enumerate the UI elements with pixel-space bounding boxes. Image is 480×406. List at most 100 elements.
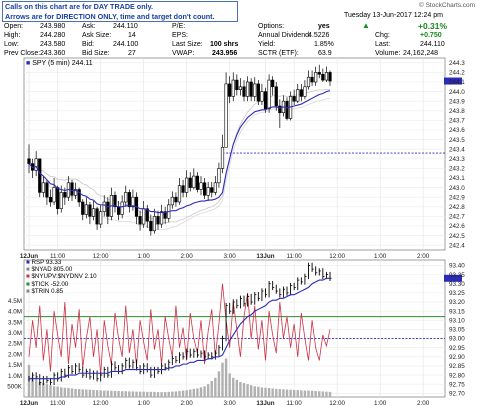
price-x-tick: 2:00 — [181, 253, 194, 260]
volume-bar — [314, 391, 317, 397]
volume-bar — [34, 379, 38, 397]
volume-bar — [235, 379, 239, 397]
volume-bar — [289, 389, 292, 397]
pe-label: P/E: — [172, 23, 186, 30]
volume-bar — [135, 391, 138, 397]
volume-bar — [88, 389, 92, 397]
price-axis: 242.4 242.5 242.6 242.7 242.8 242.9 243.0 243.1… — [449, 60, 465, 249]
eps-label: EPS: — [172, 32, 188, 39]
volume-bar — [303, 390, 307, 397]
ask-label: Ask: — [82, 23, 96, 30]
legend-rsp: ■ RSP 93.33 — [26, 259, 62, 266]
volume-y-tick: 3.0M — [8, 330, 22, 337]
indicator-y-tick: 93.25 — [449, 290, 465, 297]
volume-bar — [282, 389, 285, 397]
last-size-value: 100 shrs — [210, 41, 239, 48]
indicator-y-tick: 93.10 — [449, 317, 465, 324]
price-candle — [181, 185, 185, 193]
volume-bar — [156, 392, 160, 397]
price-candle — [210, 187, 214, 193]
sctr-label: SCTR (ETF): — [258, 50, 299, 57]
price-candle — [116, 206, 121, 215]
volume-label: Volume: — [375, 50, 401, 57]
price-candle — [70, 182, 74, 196]
price-candle — [81, 201, 85, 215]
last-size-label: Last Size: — [172, 41, 203, 48]
low-value: 243.580 — [40, 41, 66, 48]
volume-bar — [160, 392, 163, 397]
legend-tick-label: $TICK -52.00 — [31, 280, 69, 288]
open-label: Open: — [4, 23, 24, 30]
price-x-tick: 13Jun — [256, 253, 274, 260]
volume-y-tick: 4.0M — [8, 309, 22, 316]
volume-bar — [257, 386, 260, 397]
indicator-x-tick: 13Jun — [256, 400, 274, 406]
price-title: SPY (5 min) 244.11 — [32, 60, 93, 67]
price-candle — [267, 79, 271, 110]
volume-bar — [49, 385, 52, 397]
price-candle — [102, 201, 106, 212]
volume-bar — [92, 389, 95, 397]
up-arrow-icon: ▲ — [362, 21, 370, 30]
price-y-tick: 242.9 — [449, 194, 465, 201]
ask-size-value: 14 — [128, 32, 136, 39]
indicator-y-tick: 93.40 — [449, 263, 465, 270]
volume-bar — [45, 384, 49, 397]
price-candle — [199, 182, 203, 190]
vwap-label: VWAP: — [172, 50, 195, 57]
open-value: 243.980 — [40, 23, 66, 30]
volume-bar — [325, 391, 328, 397]
indicator-x-tick: 3:00 — [224, 400, 237, 406]
price-candle — [56, 187, 60, 210]
volume-bar — [249, 385, 253, 397]
volume-bar — [224, 358, 228, 397]
price-candle — [113, 194, 117, 208]
price-candle — [231, 79, 235, 97]
price-candle — [213, 182, 217, 193]
volume-bar — [70, 388, 74, 397]
volume-bar — [210, 380, 213, 397]
price-candle — [235, 79, 239, 90]
legend-rsp-label: RSP 93.33 — [31, 259, 62, 266]
indicator-y-tick: 92.75 — [449, 381, 465, 388]
price-candle — [156, 216, 160, 225]
stockcharts-view: 242.4 242.5 242.6 242.7 242.8 242.9 243.0 243.1… — [0, 0, 480, 406]
annotation-line-2: Arrows are for DIRECTION ONLY, time and … — [5, 12, 215, 21]
price-y-tick: 243.6 — [449, 127, 465, 134]
annotation-box: Calls on this chart are for DAY TRADE on… — [2, 1, 238, 22]
last-label: Last: — [375, 41, 391, 48]
volume-bar — [300, 390, 303, 397]
volume-y-tick: 4.5M — [8, 298, 22, 305]
high-value: 244.280 — [40, 32, 66, 39]
price-candle — [27, 158, 31, 164]
price-candle — [220, 146, 225, 169]
chg-label: Chg: — [375, 32, 390, 39]
volume-bar — [232, 377, 235, 397]
high-label: High: — [4, 32, 21, 39]
volume-bar — [196, 388, 199, 397]
indicator-y-tick: 93.15 — [449, 308, 465, 315]
indicator-y-tick: 92.90 — [449, 354, 465, 361]
options-label: Options: — [258, 23, 285, 30]
volume-bar — [246, 384, 249, 397]
price-candle — [142, 208, 146, 225]
volume-bar — [253, 386, 256, 397]
volume-bar — [117, 391, 120, 397]
price-y-tick: 244.1 — [449, 79, 465, 86]
volume-value: 24,162,248 — [403, 50, 439, 57]
prev-close-value: 243.360 — [40, 50, 66, 57]
price-candle — [310, 76, 314, 83]
price-candle — [188, 177, 192, 188]
volume-bar — [203, 386, 206, 397]
price-candle — [95, 208, 99, 225]
volume-bar — [171, 391, 174, 397]
price-candle — [303, 86, 307, 97]
indicator-y-tick: 93.00 — [449, 336, 465, 343]
vwap-value: 243.956 — [212, 50, 238, 57]
price-candle — [124, 192, 128, 203]
price-candle — [152, 216, 157, 232]
price-candle — [149, 220, 153, 232]
price-candle — [120, 201, 124, 215]
yield-label: Yield: — [258, 41, 276, 48]
volume-bar — [95, 390, 99, 397]
